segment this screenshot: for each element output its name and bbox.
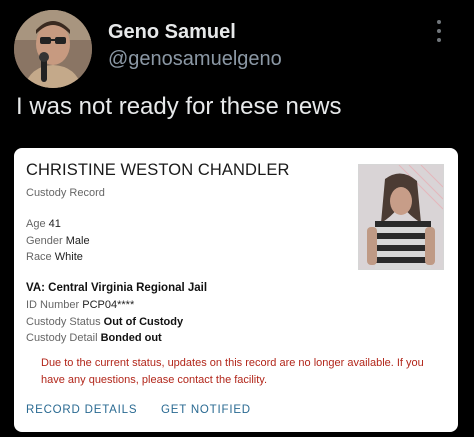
gender-label: Gender	[26, 235, 63, 247]
custody-record-card: CHRISTINE WESTON CHANDLER Custody Record…	[14, 148, 458, 432]
status-notice: Due to the current status, updates on th…	[41, 357, 424, 386]
more-options-icon[interactable]	[436, 20, 442, 42]
record-subtitle: Custody Record	[26, 187, 105, 199]
get-notified-link[interactable]: GET NOTIFIED	[161, 404, 251, 416]
gender-row: Gender Male	[26, 235, 90, 247]
race-value: White	[54, 251, 83, 263]
status-row: Custody Status Out of Custody	[26, 316, 183, 328]
race-label: Race	[26, 251, 52, 263]
id-row: ID Number PCP04****	[26, 299, 134, 311]
facility-name: VA: Central Virginia Regional Jail	[26, 282, 208, 294]
id-label: ID Number	[26, 299, 80, 311]
tweet-text: I was not ready for these news	[16, 93, 342, 120]
gender-value: Male	[65, 235, 90, 247]
status-value: Out of Custody	[103, 316, 184, 328]
status-label: Custody Status	[26, 316, 101, 328]
author-avatar[interactable]	[14, 10, 92, 88]
detail-label: Custody Detail	[26, 332, 98, 344]
id-value: PCP04****	[82, 299, 135, 311]
mugshot-photo	[358, 164, 444, 270]
age-label: Age	[26, 218, 46, 230]
detail-value: Bonded out	[100, 332, 162, 344]
age-row: Age 41	[26, 218, 61, 230]
author-name[interactable]: Geno Samuel	[108, 21, 236, 44]
age-value: 41	[48, 218, 61, 230]
detail-row: Custody Detail Bonded out	[26, 332, 162, 344]
record-name: CHRISTINE WESTON CHANDLER	[26, 161, 290, 179]
author-handle[interactable]: @genosamuelgeno	[108, 48, 282, 71]
race-row: Race White	[26, 251, 83, 263]
record-details-link[interactable]: RECORD DETAILS	[26, 404, 137, 416]
